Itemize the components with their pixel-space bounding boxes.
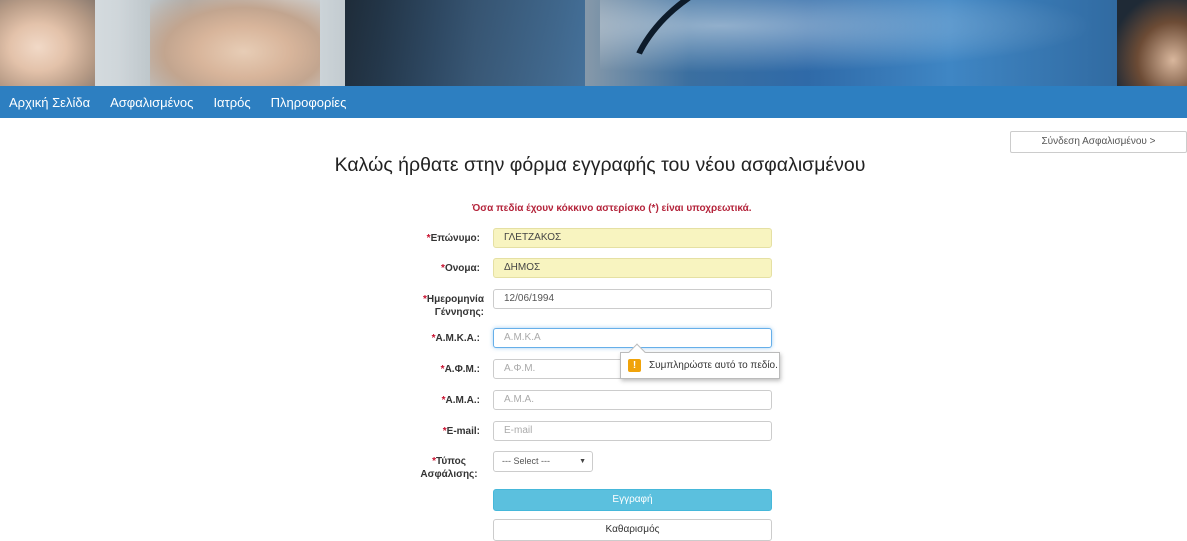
amka-label: *Α.Μ.Κ.Α.: [431,333,480,344]
validation-tooltip: ! Συμπληρώστε αυτό το πεδίο. [620,352,780,379]
email-label: *E-mail: [442,426,480,437]
required-fields-note: Όσα πεδία έχουν κόκκινο αστερίσκο (*) εί… [472,203,752,214]
nav-item-home[interactable]: Αρχική Σελίδα [9,95,90,110]
banner-image-woman [0,0,95,86]
header-banner [0,0,1187,86]
warning-icon: ! [628,359,641,372]
main-navbar: Αρχική Σελίδα Ασφαλισμένος Ιατρός Πληροφ… [0,86,1187,118]
nav-item-doctor[interactable]: Ιατρός [213,95,250,110]
insured-login-button[interactable]: Σύνδεση Ασφαλισμένου > [1010,131,1187,153]
birthdate-label: *Ημερομηνία Γέννησης: [422,294,484,318]
page-title: Καλώς ήρθατε στην φόρμα εγγραφής του νέο… [334,154,866,176]
nav-item-info[interactable]: Πληροφορίες [271,95,347,110]
nav-item-insured[interactable]: Ασφαλισμένος [110,95,193,110]
ama-label: *Α.Μ.Α.: [441,395,480,406]
banner-image-dark-panel [345,0,585,86]
insurance-type-select[interactable]: --- Select --- ▼ [493,451,593,472]
name-field[interactable]: ΔΗΜΟΣ [493,258,772,278]
banner-image-doctor-right [1117,0,1187,86]
ama-field[interactable]: Α.Μ.Α. [493,390,772,410]
email-field[interactable]: E-mail [493,421,772,441]
amka-field[interactable]: A.M.K.A [493,328,772,348]
insurance-type-label: *Τύπος Ασφάλισης: [420,456,478,480]
chevron-down-icon: ▼ [579,458,586,465]
surname-field[interactable]: ΓΛΕΤΖΑΚΟΣ [493,228,772,248]
birthdate-field[interactable]: 12/06/1994 [493,289,772,309]
surname-label: *Επώνυμο: [426,233,480,244]
name-label: *Ονομα: [441,263,480,274]
afm-label: *Α.Φ.Μ.: [440,364,480,375]
register-button[interactable]: Εγγραφή [493,489,772,511]
clear-button[interactable]: Καθαρισμός [493,519,772,541]
banner-image-doctor [150,0,320,86]
validation-message: Συμπληρώστε αυτό το πεδίο. [649,360,778,371]
